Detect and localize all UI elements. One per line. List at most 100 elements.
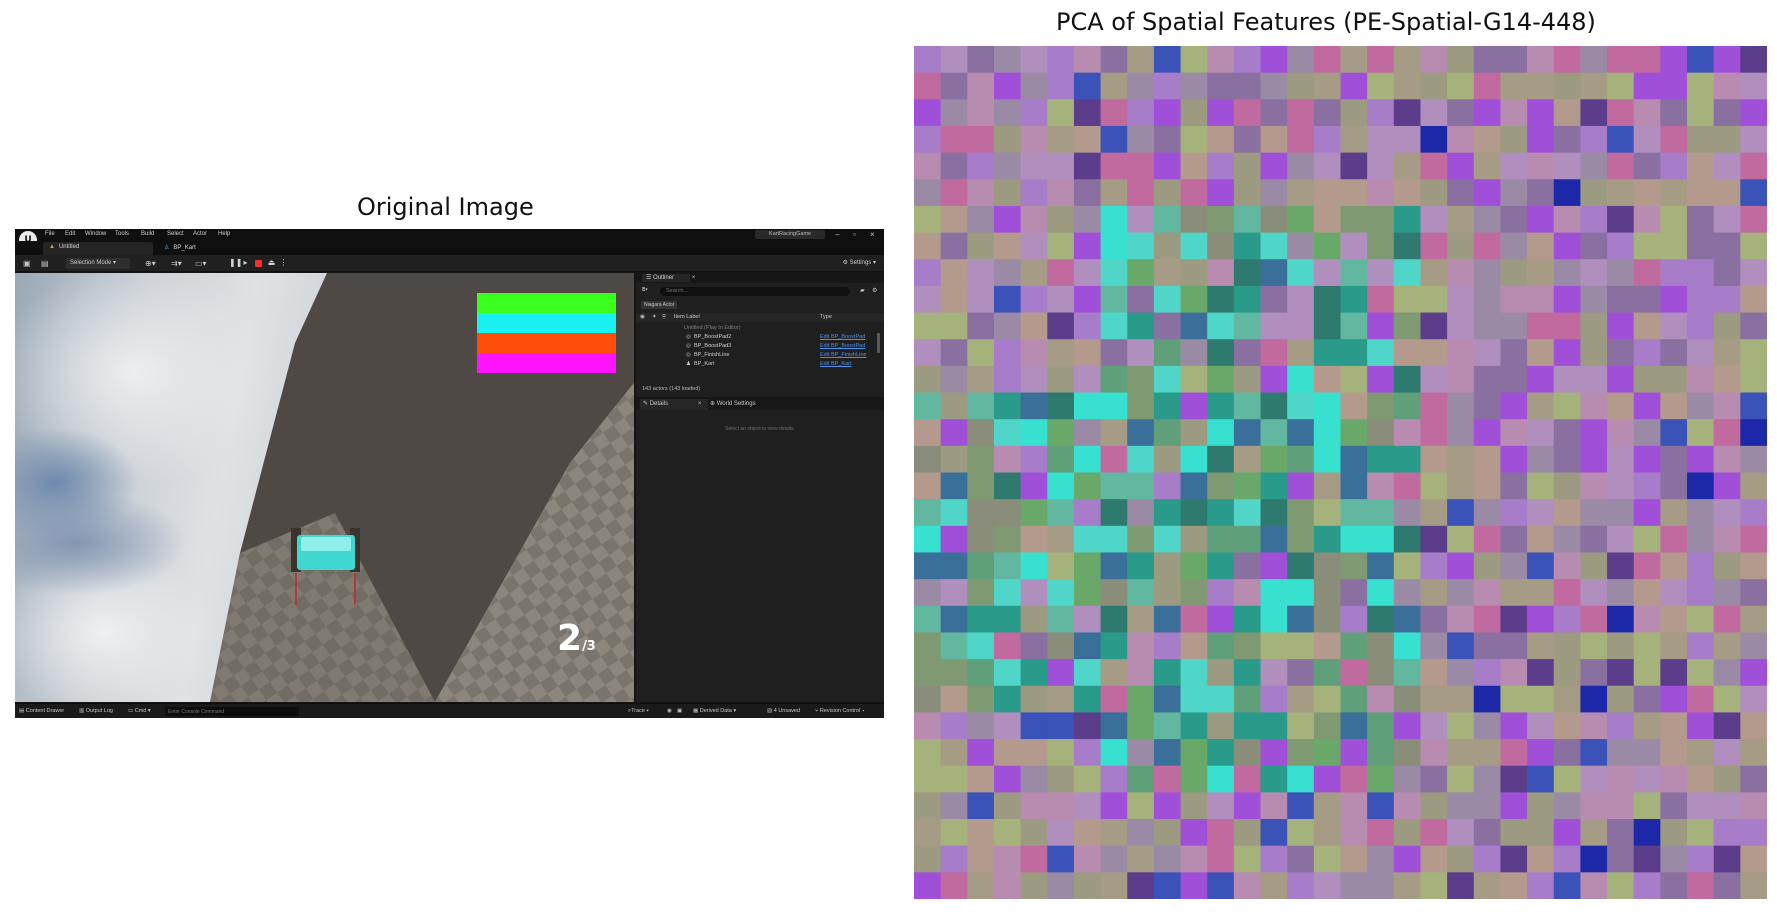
pca-patch	[1100, 392, 1128, 420]
level-viewport[interactable]: 2/3	[15, 273, 634, 702]
col-type[interactable]: Type	[820, 313, 832, 322]
pca-patch	[1073, 845, 1102, 873]
pca-patch	[1340, 72, 1368, 100]
close-icon[interactable]: ×	[870, 230, 875, 239]
visibility-icon[interactable]: ◉	[640, 313, 645, 322]
minimize-icon[interactable]: –	[835, 230, 839, 239]
outliner-row[interactable]: ♟ BP_Kart Edit BP_Kart	[636, 360, 876, 368]
pca-patch	[940, 685, 968, 713]
pca-patch	[1687, 125, 1715, 154]
pca-patch	[1420, 125, 1448, 154]
pca-patch	[1153, 419, 1182, 447]
pca-patch	[1420, 659, 1448, 687]
menu-file[interactable]: File	[45, 231, 55, 237]
content-drawer-button[interactable]: ▤ Content Drawer	[19, 708, 64, 714]
tab-outliner[interactable]: ☰ Outliner	[642, 274, 691, 282]
pause-icon[interactable]: ❚❚	[229, 258, 242, 268]
tab-bp-kart[interactable]: ♙ BP_Kart	[158, 242, 228, 255]
pca-patch	[1260, 739, 1288, 767]
menu-actor[interactable]: Actor	[193, 231, 207, 237]
pca-patch	[1473, 872, 1501, 899]
pin-icon[interactable]: ✦	[652, 313, 657, 322]
pca-patch	[940, 792, 968, 820]
gear-icon[interactable]: ⚙	[872, 287, 877, 294]
pca-patch	[1287, 99, 1315, 127]
add-actor-icon[interactable]: ⊕▾	[145, 259, 156, 268]
pca-patch	[1233, 152, 1262, 180]
col-item-label[interactable]: Item Label	[674, 313, 700, 322]
unsaved-button[interactable]: ▧ 4 Unsaved	[767, 708, 800, 714]
pca-patch	[1153, 179, 1182, 207]
outliner-row[interactable]: ◎ BP_BoostPad2 Edit BP_BoostPad	[636, 333, 876, 341]
output-log-button[interactable]: ▥ Output Log	[79, 708, 113, 714]
pca-patch	[1473, 739, 1501, 767]
row-type-link[interactable]: Edit BP_Kart	[820, 360, 852, 368]
pca-patch	[1633, 659, 1661, 687]
row-type-link[interactable]: Edit BP_BoostPad	[820, 333, 865, 341]
cmd-dropdown[interactable]: ▭ Cmd ▾	[128, 708, 151, 714]
pca-patch	[1180, 285, 1208, 314]
menu-build[interactable]: Build	[141, 231, 154, 237]
pca-patch	[1367, 579, 1395, 607]
pca-patch	[1180, 365, 1208, 394]
outliner-row[interactable]: ◎ BP_FinishLine Edit BP_FinishLine	[636, 351, 876, 359]
menu-edit[interactable]: Edit	[65, 231, 75, 237]
pca-patch	[967, 179, 995, 207]
console-command-input[interactable]	[165, 707, 299, 716]
outliner-row[interactable]: Untitled (Play In Editor)	[636, 324, 876, 332]
revision-control-button[interactable]: ⑂ Revision Control ▾	[815, 708, 865, 714]
pca-patch	[1127, 605, 1155, 633]
pca-patch	[1500, 285, 1528, 314]
row-type-link[interactable]: Edit BP_FinishLine	[820, 351, 866, 359]
pca-patch	[1073, 792, 1102, 820]
menu-help[interactable]: Help	[218, 231, 230, 237]
menu-window[interactable]: Window	[85, 231, 106, 237]
pca-patch	[1713, 392, 1741, 420]
pca-patch	[993, 792, 1022, 820]
record-icon[interactable]: ◉	[667, 708, 672, 714]
trace-button[interactable]: ⌕Trace ▾	[628, 708, 649, 715]
cinematics-icon[interactable]: ▭▾	[195, 259, 207, 268]
stop-icon[interactable]	[255, 260, 262, 267]
pca-patch	[1473, 712, 1501, 740]
menu-tools[interactable]: Tools	[115, 231, 129, 237]
pca-patch	[914, 632, 942, 660]
tab-world-settings[interactable]: ⊕ World Settings	[710, 399, 756, 410]
outliner-scrollbar[interactable]	[877, 333, 880, 353]
more-options-icon[interactable]: ⋮	[279, 258, 288, 268]
step-icon[interactable]: ▸	[241, 258, 250, 268]
pca-patch	[914, 579, 942, 607]
menu-select[interactable]: Select	[167, 231, 184, 237]
pca-patch	[1207, 765, 1235, 793]
close-icon[interactable]: ×	[692, 275, 696, 281]
filter-icon[interactable]: ⩩▾	[642, 287, 648, 294]
pca-patch	[1393, 285, 1421, 314]
pca-patch	[1233, 872, 1262, 899]
screenshot-icon[interactable]: ▣	[677, 708, 682, 714]
close-icon[interactable]: ×	[698, 399, 702, 410]
lock-icon[interactable]: ⚲	[662, 313, 666, 322]
niagara-actor-button[interactable]: Niagara Actor	[641, 301, 678, 309]
pca-patch	[1073, 125, 1102, 154]
maximize-icon[interactable]: ▫	[853, 230, 856, 239]
pca-patch	[1527, 739, 1555, 767]
pca-patch	[1100, 632, 1128, 660]
settings-button[interactable]: ⚙ Settings ▾	[843, 259, 876, 266]
pca-feature-map	[914, 46, 1767, 899]
save-icon[interactable]: ▣	[23, 259, 31, 268]
folder-icon[interactable]: ▰	[860, 287, 865, 294]
row-type-link[interactable]: Edit BP_BoostPad	[820, 342, 865, 350]
tab-untitled[interactable]: ▲ Untitled	[43, 242, 153, 255]
pca-patch	[1580, 552, 1608, 580]
blueprint-menu-icon[interactable]: ⇉▾	[171, 259, 182, 268]
selection-mode-dropdown[interactable]: Selection Mode ▾	[66, 258, 130, 269]
content-icon[interactable]: ▤	[41, 259, 49, 268]
pca-patch	[1260, 365, 1288, 394]
outliner-search-input[interactable]	[660, 287, 850, 296]
pca-patch	[1233, 285, 1262, 314]
outliner-row[interactable]: ◎ BP_BoostPad3 Edit BP_BoostPad	[636, 342, 876, 350]
unsaved-label: 4 Unsaved	[773, 708, 801, 714]
pca-patch	[1153, 659, 1182, 687]
eject-icon[interactable]: ⏏	[267, 258, 276, 268]
derived-data-button[interactable]: ▦ Derived Data ▾	[693, 708, 736, 714]
